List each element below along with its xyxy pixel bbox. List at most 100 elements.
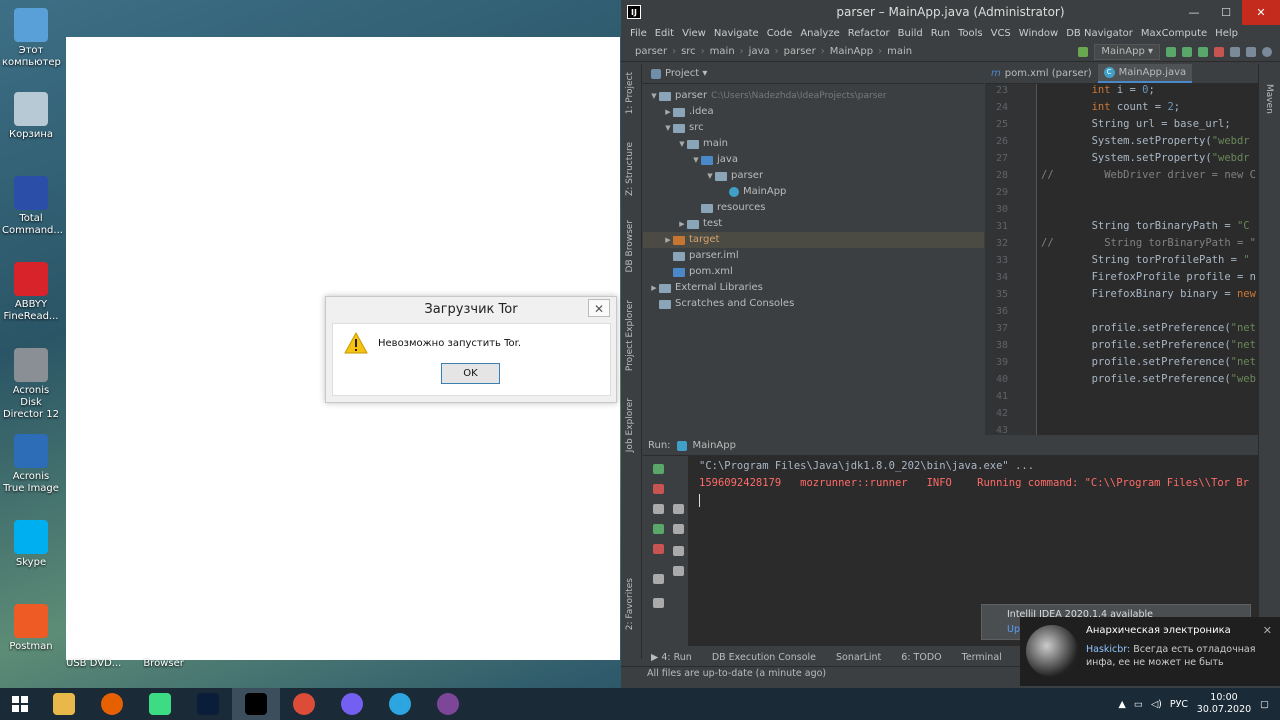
stop-icon[interactable] [653, 484, 664, 494]
taskbar-intellij[interactable] [232, 688, 280, 720]
bottom-tab[interactable]: DB Execution Console [712, 648, 816, 668]
camera-icon[interactable] [653, 504, 664, 514]
volume-icon[interactable]: ◁) [1151, 699, 1162, 710]
tree-item[interactable]: ▶ target [643, 232, 984, 248]
desktop-icon[interactable]: Total Command... [2, 176, 63, 237]
menu-item[interactable]: Run [931, 25, 950, 42]
tree-item[interactable]: ▼ parser [643, 168, 984, 184]
breadcrumb-item[interactable]: main [710, 46, 735, 57]
network-icon[interactable]: ▭ [1134, 699, 1143, 710]
menu-item[interactable]: VCS [991, 25, 1011, 42]
tree-item[interactable]: ▼ java [643, 152, 984, 168]
soft-wrap-icon[interactable] [673, 504, 684, 514]
tree-item[interactable]: Scratches and Consoles [643, 296, 984, 312]
desktop-label-usb[interactable]: USB DVD... [66, 658, 121, 669]
tree-item[interactable]: ▶ External Libraries [643, 280, 984, 296]
tree-item[interactable]: ▼ parser C:\Users\Nadezhda\IdeaProjects\p… [643, 88, 984, 104]
taskbar-android-studio[interactable] [136, 688, 184, 720]
maximize-button[interactable]: ☐ [1210, 0, 1242, 25]
pin-icon[interactable] [653, 598, 664, 608]
desktop-icon[interactable]: Acronis Disk Director 12 [2, 348, 60, 421]
console-output[interactable]: "C:\Program Files\Java\jdk1.8.0_202\bin\… [699, 458, 1249, 507]
build-hammer-icon[interactable] [1078, 47, 1089, 57]
breadcrumb-item[interactable]: src [681, 46, 696, 57]
taskbar-viber[interactable] [328, 688, 376, 720]
tree-item[interactable]: ▼ main [643, 136, 984, 152]
layout-icon[interactable] [653, 574, 664, 584]
desktop-icon[interactable]: ABBYY FineRead... [2, 262, 60, 323]
tray-chevron-up-icon[interactable]: ▲ [1119, 699, 1126, 710]
notifications-icon[interactable]: ▢ [1260, 699, 1280, 710]
tab-project-explorer[interactable]: Project Explorer [625, 300, 635, 371]
tab-job-explorer[interactable]: Job Explorer [625, 398, 635, 452]
debug-bug-icon[interactable] [653, 524, 664, 534]
menu-item[interactable]: Build [898, 25, 923, 42]
menu-item[interactable]: DB Navigator [1066, 25, 1133, 42]
keyboard-layout[interactable]: РУС [1170, 699, 1188, 710]
menu-item[interactable]: Navigate [714, 25, 759, 42]
tree-item[interactable]: MainApp [643, 184, 984, 200]
bottom-tab[interactable]: ▶ 4: Run [651, 648, 692, 668]
tree-item[interactable]: ▶ test [643, 216, 984, 232]
desktop-icon[interactable]: Корзина [2, 92, 60, 141]
project-view-select[interactable]: Project ▾ [665, 68, 707, 79]
toast-close-button[interactable]: ✕ [1263, 624, 1272, 637]
tree-item[interactable]: ▼ src [643, 120, 984, 136]
breadcrumb-item[interactable]: parser [635, 46, 667, 57]
tab-project[interactable]: 1: Project [625, 72, 635, 114]
tab-mainapp-java[interactable]: C MainApp.java [1097, 64, 1193, 83]
start-button[interactable] [0, 688, 40, 720]
tab-pom-xml[interactable]: m pom.xml (parser) [985, 64, 1098, 83]
rerun-icon[interactable] [1166, 47, 1176, 57]
menu-item[interactable]: File [630, 25, 647, 42]
scroll-end-icon[interactable] [673, 524, 684, 534]
print-icon[interactable] [673, 546, 684, 556]
breadcrumb-item[interactable]: main [887, 46, 912, 57]
breadcrumb-item[interactable]: MainApp [830, 46, 873, 57]
bottom-tab[interactable]: 6: TODO [901, 648, 941, 668]
breadcrumb-item[interactable]: parser [784, 46, 816, 57]
tab-db-browser[interactable]: DB Browser [625, 220, 635, 272]
telegram-toast[interactable]: Анархическая электроника Haskicbr: Всегд… [1020, 617, 1280, 686]
taskbar-telegram[interactable] [376, 688, 424, 720]
menu-item[interactable]: Window [1019, 25, 1058, 42]
tree-item[interactable]: resources [643, 200, 984, 216]
menu-item[interactable]: Tools [958, 25, 983, 42]
taskbar-tor-browser[interactable] [424, 688, 472, 720]
tree-item[interactable]: ▶ .idea [643, 104, 984, 120]
desktop-icon[interactable]: Skype [2, 520, 60, 569]
tab-maven[interactable]: Maven [1264, 84, 1274, 114]
taskbar-firefox[interactable] [88, 688, 136, 720]
dialog-close-button[interactable]: ✕ [588, 299, 610, 317]
menu-item[interactable]: Analyze [800, 25, 839, 42]
tree-item[interactable]: pom.xml [643, 264, 984, 280]
trash-icon[interactable] [673, 566, 684, 576]
desktop-icon[interactable]: Postman [2, 604, 60, 653]
bottom-tab[interactable]: SonarLint [836, 648, 881, 668]
tab-structure[interactable]: Z: Structure [625, 142, 635, 196]
ide-titlebar[interactable]: IJ parser – MainApp.java (Administrator)… [621, 0, 1280, 25]
close-window-button[interactable]: ✕ [1242, 0, 1280, 25]
tree-item[interactable]: parser.iml [643, 248, 984, 264]
breadcrumb-item[interactable]: java [749, 46, 770, 57]
coverage-icon[interactable] [1198, 47, 1208, 57]
clock[interactable]: 10:00 30.07.2020 [1196, 692, 1252, 716]
run-config-select[interactable]: MainApp ▾ [1094, 44, 1160, 60]
taskbar-chrome[interactable] [280, 688, 328, 720]
ok-button[interactable]: OK [441, 363, 500, 384]
taskbar-file-explorer[interactable] [40, 688, 88, 720]
tab-favorites[interactable]: 2: Favorites [625, 578, 635, 630]
desktop-icon[interactable]: Этот компьютер [2, 8, 61, 69]
project-structure-icon[interactable] [1230, 47, 1240, 57]
menu-item[interactable]: Refactor [848, 25, 890, 42]
layout-icon[interactable] [1246, 47, 1256, 57]
menu-item[interactable]: View [682, 25, 706, 42]
run-tab-mainapp[interactable]: MainApp [693, 440, 736, 451]
debug-icon[interactable] [1182, 47, 1192, 57]
rerun-icon[interactable] [653, 464, 664, 474]
bottom-tab[interactable]: Terminal [962, 648, 1002, 668]
menu-item[interactable]: Edit [655, 25, 674, 42]
menu-item[interactable]: MaxCompute [1141, 25, 1207, 42]
minimize-button[interactable]: — [1178, 0, 1210, 25]
taskbar-photoshop[interactable] [184, 688, 232, 720]
